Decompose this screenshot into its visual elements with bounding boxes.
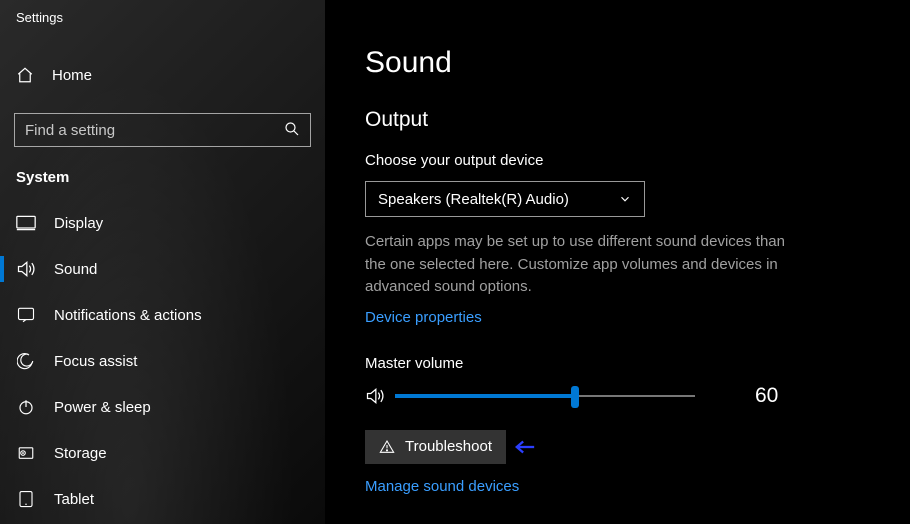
volume-icon[interactable] [365, 387, 385, 405]
troubleshoot-label: Troubleshoot [405, 438, 492, 455]
output-device-select[interactable]: Speakers (Realtek(R) Audio) [365, 181, 645, 217]
output-device-value: Speakers (Realtek(R) Audio) [378, 191, 569, 208]
sound-icon [16, 260, 36, 278]
slider-thumb[interactable] [571, 386, 579, 408]
tablet-icon [16, 490, 36, 508]
display-icon [16, 215, 36, 231]
nav-label: Sound [54, 261, 97, 278]
home-icon [16, 66, 34, 84]
section-header: System [16, 169, 325, 186]
master-volume-row: 60 [365, 384, 850, 408]
nav-label: Focus assist [54, 353, 137, 370]
output-section-title: Output [365, 108, 850, 132]
chevron-down-icon [618, 192, 632, 206]
search-input[interactable] [14, 113, 311, 147]
nav-item-sound[interactable]: Sound [0, 246, 325, 292]
master-volume-value: 60 [755, 384, 778, 408]
power-icon [16, 398, 36, 416]
page-title: Sound [365, 46, 850, 80]
nav-item-power-sleep[interactable]: Power & sleep [0, 384, 325, 430]
nav-label: Power & sleep [54, 399, 151, 416]
master-volume-slider[interactable] [395, 386, 695, 406]
nav-item-display[interactable]: Display [0, 200, 325, 246]
nav-item-focus-assist[interactable]: Focus assist [0, 338, 325, 384]
nav-item-tablet[interactable]: Tablet [0, 476, 325, 522]
search-field[interactable] [14, 113, 311, 147]
home-label: Home [52, 67, 92, 84]
sidebar: Settings Home System Display [0, 0, 325, 524]
focus-assist-icon [16, 352, 36, 370]
nav-list: Display Sound Notifications & actions [0, 200, 325, 522]
nav-label: Storage [54, 445, 107, 462]
choose-output-label: Choose your output device [365, 152, 850, 169]
app-title: Settings [0, 0, 325, 25]
troubleshoot-button[interactable]: Troubleshoot [365, 430, 506, 464]
home-button[interactable]: Home [0, 55, 325, 95]
nav-item-storage[interactable]: Storage [0, 430, 325, 476]
arrow-annotation-icon [514, 439, 536, 455]
nav-item-notifications[interactable]: Notifications & actions [0, 292, 325, 338]
nav-label: Notifications & actions [54, 307, 202, 324]
notifications-icon [16, 306, 36, 324]
storage-icon [16, 444, 36, 462]
warning-icon [379, 439, 395, 455]
manage-sound-devices-link[interactable]: Manage sound devices [365, 478, 519, 495]
master-volume-label: Master volume [365, 355, 850, 372]
output-help-text: Certain apps may be set up to use differ… [365, 231, 805, 299]
nav-label: Tablet [54, 491, 94, 508]
slider-fill [395, 394, 575, 398]
device-properties-link[interactable]: Device properties [365, 309, 482, 326]
nav-label: Display [54, 215, 103, 232]
main-content: Sound Output Choose your output device S… [325, 0, 910, 524]
